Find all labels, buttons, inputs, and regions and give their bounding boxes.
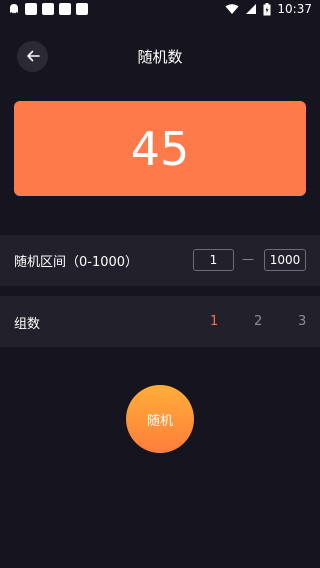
range-row: 随机区间（0-1000） —	[0, 235, 320, 286]
notification-icons	[8, 3, 88, 15]
notification-icon	[59, 3, 71, 15]
notification-icon	[42, 3, 54, 15]
result-card: 45	[14, 101, 306, 196]
group-option-2[interactable]: 2	[254, 314, 262, 329]
signal-icon	[245, 3, 257, 15]
status-bar: 10:37	[0, 0, 320, 20]
generate-button-label: 随机	[146, 413, 173, 429]
notification-icon	[25, 3, 37, 15]
result-value: 45	[130, 121, 190, 176]
group-option-1[interactable]: 1	[210, 314, 218, 329]
range-max-input[interactable]	[264, 249, 306, 271]
battery-charging-icon	[263, 2, 271, 16]
clock: 10:37	[277, 2, 312, 16]
range-min-input[interactable]	[193, 249, 234, 271]
group-count-label: 组数	[14, 317, 41, 332]
notification-icon	[76, 3, 88, 15]
group-option-3[interactable]: 3	[298, 314, 306, 329]
system-icons: 10:37	[225, 2, 312, 16]
page-title: 随机数	[137, 48, 183, 66]
wifi-icon	[225, 3, 239, 15]
range-label: 随机区间（0-1000）	[14, 255, 139, 270]
range-separator: —	[242, 252, 254, 266]
generate-button[interactable]: 随机	[126, 385, 194, 453]
random-number-screen: 10:37 随机数 45 随机区间（0-1000） — 组数 1 2 3 随机	[0, 0, 320, 568]
notification-app-icon	[8, 3, 20, 15]
group-count-row: 组数 1 2 3	[0, 296, 320, 347]
